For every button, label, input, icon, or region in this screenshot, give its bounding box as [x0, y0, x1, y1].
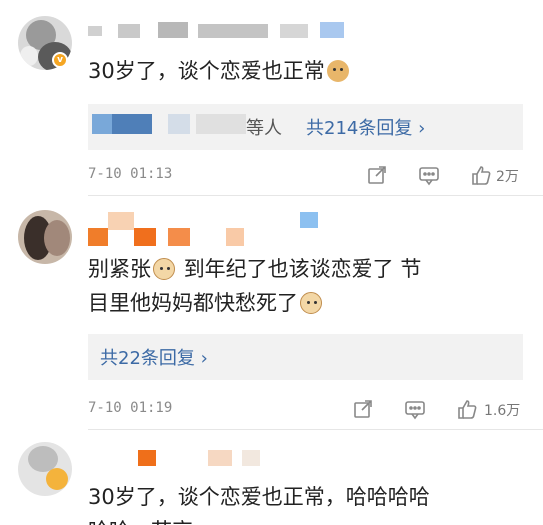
comment-2: 别紧张 到年纪了也该谈恋爱了 节 目里他妈妈都快愁死了 共22条回复 › 7-1…: [0, 196, 543, 430]
comment-text: 30岁了，谈个恋爱也正常，哈哈哈哈 哈哈，节哀: [88, 480, 523, 525]
cat-emoji-icon: [153, 258, 175, 280]
timestamp: 7-10 01:13: [88, 166, 173, 182]
like-icon[interactable]: [470, 164, 492, 186]
username-mosaic[interactable]: [88, 448, 288, 466]
reply-preview[interactable]: 共22条回复 ›: [88, 334, 523, 380]
comment-text-line: 别紧张: [88, 257, 151, 281]
avatar[interactable]: [18, 210, 72, 264]
reply-preview[interactable]: 等人 共214条回复 ›: [88, 104, 523, 150]
comment-meta: 7-10 01:19 1.6万: [88, 398, 523, 422]
timestamp: 7-10 01:19: [88, 400, 173, 416]
view-replies-link[interactable]: 共214条回复 ›: [306, 114, 425, 140]
comment-text-line: 到年纪了也该谈恋爱了 节: [183, 257, 422, 281]
comment-icon[interactable]: [418, 164, 440, 186]
cat-emoji-icon: [300, 292, 322, 314]
reply-names-suffix: 等人: [246, 118, 282, 139]
comment-3: 30岁了，谈个恋爱也正常，哈哈哈哈 哈哈，节哀: [0, 430, 543, 525]
comment-text-line: 哈哈，节哀: [88, 514, 523, 525]
doge-emoji-icon: [326, 60, 349, 82]
comment-text-line: 30岁了，谈个恋爱也正常: [88, 59, 325, 83]
comment-text-line: 30岁了，谈个恋爱也正常，哈哈哈哈: [88, 485, 430, 509]
like-icon[interactable]: [456, 398, 478, 420]
view-replies-link[interactable]: 共22条回复 ›: [100, 344, 208, 370]
verified-badge-icon: v: [52, 52, 68, 68]
avatar[interactable]: [18, 442, 72, 496]
comment-text-line: 目里他妈妈都快愁死了: [88, 291, 298, 315]
like-count: 1.6万: [484, 403, 521, 419]
share-icon[interactable]: [352, 398, 374, 420]
comment-meta: 7-10 01:13 2万: [88, 164, 523, 188]
like-count: 2万: [496, 169, 519, 185]
comment-text: 30岁了，谈个恋爱也正常: [88, 54, 523, 88]
reply-avatar-mosaic: [92, 114, 112, 134]
comment-text: 别紧张 到年纪了也该谈恋爱了 节 目里他妈妈都快愁死了: [88, 252, 523, 320]
comment-1: v 30岁了，谈个恋爱也正常 等人 共214条回复 › 7-10 01:13 2…: [0, 0, 543, 196]
comment-icon[interactable]: [404, 398, 426, 420]
username-mosaic[interactable]: [88, 212, 328, 246]
share-icon[interactable]: [366, 164, 388, 186]
username-mosaic[interactable]: [88, 22, 348, 40]
